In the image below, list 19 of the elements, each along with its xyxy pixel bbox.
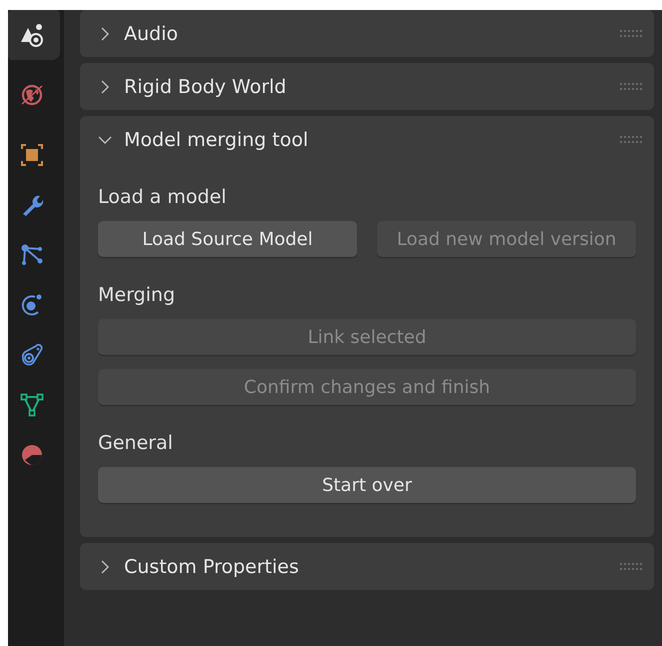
panel-header[interactable]: Audio [98,22,620,44]
scene-icon [19,22,45,48]
action-button[interactable]: Load Source Model [98,221,357,257]
section-label: Merging [98,283,176,308]
particles-icon [19,242,45,268]
constraint-icon [19,342,45,368]
properties-tab[interactable] [8,10,60,60]
panel-header[interactable]: Model merging tool [98,128,620,150]
panel-header[interactable]: Rigid Body World [98,76,620,98]
action-button[interactable]: Start over [98,467,636,503]
drag-handle-icon[interactable] [620,134,642,144]
triangle-mesh-icon [19,392,45,418]
drag-handle-icon[interactable] [620,82,642,92]
section-label: General [98,431,174,456]
drag-handle-icon[interactable] [620,562,642,572]
panel-header[interactable]: Custom Properties [98,556,620,578]
object-icon [19,142,45,168]
section-label: Load a model [98,185,228,210]
drag-handle-icon[interactable] [620,28,642,38]
